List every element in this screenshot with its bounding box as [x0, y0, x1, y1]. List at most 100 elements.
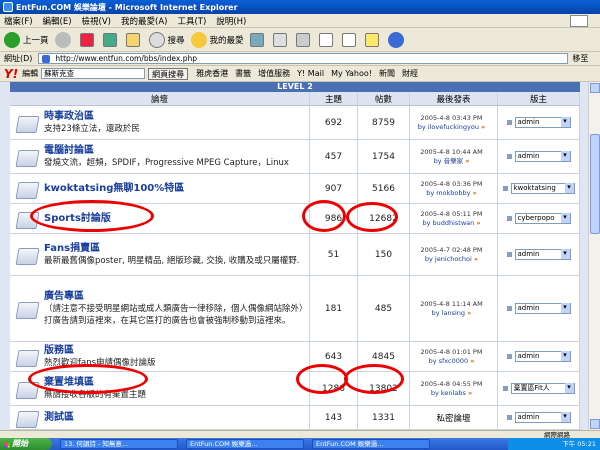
scroll-up-icon[interactable]	[590, 83, 600, 93]
forum-description: 發燒文流，超頻，SPDIF，Progressive MPEG Capture，L…	[44, 158, 289, 168]
folder-icon	[16, 210, 38, 228]
print-button[interactable]	[295, 32, 313, 47]
table-row: 測試區 143 1331 私密論壇 admin	[10, 406, 580, 430]
forum-title-link[interactable]: Fans捐賣區	[44, 242, 299, 255]
topic-count: 907	[310, 174, 358, 203]
moderator-select[interactable]: cyberpopo	[514, 213, 571, 224]
topic-count: 51	[310, 234, 358, 275]
discuss-button[interactable]	[341, 32, 359, 47]
refresh-button[interactable]	[102, 32, 120, 47]
moderator-select[interactable]: admin	[514, 117, 571, 128]
yahoo-services-link[interactable]: 增值服務	[258, 68, 290, 79]
last-post-author[interactable]: by mokbobby	[426, 189, 470, 197]
taskbar-item[interactable]: 13. 何韻詩 - 知無意...	[60, 439, 178, 449]
last-post-author[interactable]: by buddhistwan	[422, 219, 474, 227]
folder-icon	[16, 348, 38, 366]
taskbar-item[interactable]: EntFun.COM 娛樂過...	[312, 439, 430, 449]
forum-title-link[interactable]: Sports討論版	[44, 212, 111, 225]
yahoo-mail-link[interactable]: Y! Mail	[297, 69, 324, 78]
folder-icon	[16, 246, 38, 264]
moderator-icon	[506, 216, 512, 221]
address-input[interactable]: http://www.entfun.com/bbs/index.php	[38, 53, 569, 64]
moderator-select[interactable]: admin	[514, 412, 571, 423]
yahoo-news-link[interactable]: 新聞	[379, 68, 395, 79]
menu-view[interactable]: 檢視(V)	[82, 15, 111, 27]
last-post-date: 2005-4-8 04:55 PM	[420, 379, 483, 388]
favorites-button[interactable]: 我的最愛	[190, 31, 244, 48]
header-topics: 主題	[310, 92, 358, 105]
last-post-info: 2005-4-8 03:43 PM by ilovefuckingyou »	[410, 106, 498, 139]
browser-toolbar: 上一頁 搜尋 我的最愛	[0, 28, 600, 52]
last-post-arrow-icon[interactable]: »	[470, 357, 474, 365]
last-post-author[interactable]: by sfxc0000	[429, 357, 469, 365]
go-button[interactable]: 移至	[572, 53, 588, 64]
last-post-arrow-icon[interactable]: »	[481, 123, 485, 131]
forward-button[interactable]	[54, 31, 74, 48]
history-button[interactable]	[249, 32, 267, 47]
last-post-arrow-icon[interactable]: »	[476, 219, 480, 227]
yahoo-hk-link[interactable]: 雅虎香港	[196, 68, 228, 79]
yahoo-bookmarks-link[interactable]: 書籤	[235, 68, 251, 79]
messenger-button[interactable]	[364, 32, 382, 47]
last-post-author[interactable]: by 音樂家	[434, 157, 464, 165]
stop-button[interactable]	[79, 32, 97, 47]
scroll-down-icon[interactable]	[590, 419, 600, 429]
moderator-select[interactable]: admin	[514, 303, 571, 314]
last-post-arrow-icon[interactable]: »	[474, 255, 478, 263]
yahoo-finance-link[interactable]: 財經	[402, 68, 418, 79]
yahoo-logo[interactable]: Y!	[4, 67, 18, 81]
last-post-author[interactable]: by kenlabs	[431, 389, 466, 397]
home-icon	[125, 32, 140, 47]
home-button[interactable]	[125, 32, 143, 47]
yahoo-search-button[interactable]: 網頁搜尋	[148, 67, 189, 80]
edit-page-icon	[318, 32, 333, 47]
yahoo-search-input[interactable]: 蘇斯克查	[41, 68, 146, 79]
back-arrow-icon	[4, 31, 20, 48]
vertical-scrollbar[interactable]	[588, 82, 600, 430]
moderator-select[interactable]: admin	[514, 249, 571, 260]
last-post-info: 私密論壇	[410, 406, 498, 429]
last-post-author[interactable]: by lansing	[432, 309, 465, 317]
menu-help[interactable]: 說明(H)	[216, 15, 246, 27]
last-post-author[interactable]: by jenichochoi	[425, 255, 472, 263]
level-header: LEVEL 2	[10, 82, 580, 92]
back-button[interactable]: 上一頁	[4, 31, 49, 48]
last-post-author[interactable]: by ilovefuckingyou	[418, 123, 479, 131]
menu-bar: 檔案(F) 編輯(E) 檢視(V) 我的最愛(A) 工具(T) 說明(H)	[0, 14, 600, 28]
last-post-date: 2005-4-8 10:44 AM	[420, 147, 483, 156]
moderator-select[interactable]: 棄置區Fit人	[510, 383, 575, 394]
post-count: 485	[358, 276, 410, 341]
forum-title-link[interactable]: 測試區	[44, 411, 74, 424]
last-post-arrow-icon[interactable]: »	[465, 157, 469, 165]
address-bar: 網址(D) http://www.entfun.com/bbs/index.ph…	[0, 52, 600, 66]
last-post-arrow-icon[interactable]: »	[467, 309, 471, 317]
media-button[interactable]	[387, 31, 407, 48]
forum-title-link[interactable]: 廣告專區	[44, 290, 309, 303]
last-post-info: 2005-4-8 11:14 AM by lansing »	[410, 276, 498, 341]
last-post-info: 2005-4-8 03:36 PM by mokbobby »	[410, 174, 498, 203]
start-button[interactable]: 開始	[0, 438, 52, 450]
moderator-select[interactable]: admin	[514, 151, 571, 162]
menu-favorites[interactable]: 我的最愛(A)	[121, 15, 167, 27]
scroll-thumb[interactable]	[590, 134, 600, 234]
menu-file[interactable]: 檔案(F)	[4, 15, 33, 27]
last-post-arrow-icon[interactable]: »	[473, 189, 477, 197]
moderator-select[interactable]: kwoktatsing	[510, 183, 575, 194]
moderator-select[interactable]: admin	[514, 351, 571, 362]
forum-title-link[interactable]: 版務區	[44, 344, 156, 357]
mail-button[interactable]	[272, 32, 290, 47]
taskbar-item[interactable]: EntFun.COM 娛樂過...	[186, 439, 304, 449]
edit-page-button[interactable]	[318, 32, 336, 47]
forum-title-link[interactable]: 時事政治區	[44, 110, 140, 123]
my-yahoo-link[interactable]: My Yahoo!	[331, 69, 372, 78]
yahoo-edit[interactable]: 編輯	[22, 68, 38, 79]
menu-edit[interactable]: 編輯(E)	[43, 15, 72, 27]
table-row: 時事政治區 支持23條立法，還政於民 692 8759 2005-4-8 03:…	[10, 106, 580, 140]
search-button[interactable]: 搜尋	[148, 31, 185, 48]
menu-tools[interactable]: 工具(T)	[177, 15, 206, 27]
post-count: 1331	[358, 406, 410, 429]
forum-title-link[interactable]: 棄置堆填區	[44, 376, 146, 389]
forum-title-link[interactable]: 電腦討論區	[44, 144, 289, 157]
last-post-arrow-icon[interactable]: »	[468, 389, 472, 397]
forum-title-link[interactable]: kwoktatsing無聊100%特區	[44, 182, 184, 195]
